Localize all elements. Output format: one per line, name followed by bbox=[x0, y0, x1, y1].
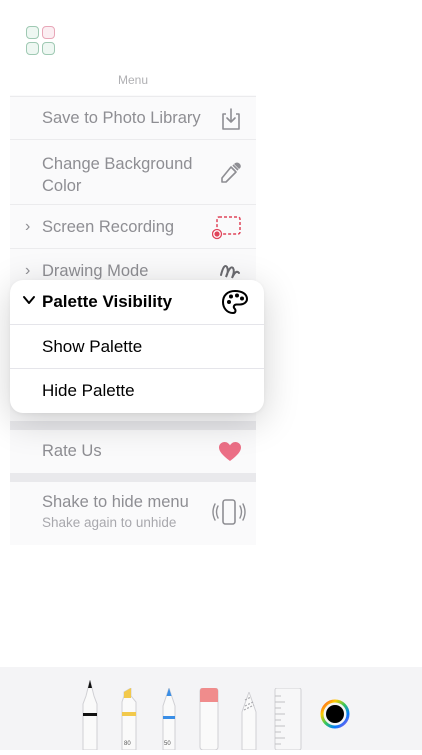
menu-item-change-background-color[interactable]: Change Background Color bbox=[10, 139, 256, 204]
palette-visibility-header[interactable]: Palette Visibility bbox=[10, 280, 264, 324]
menu-item-label: Change Background Color bbox=[42, 155, 193, 195]
menu-item-label: Shake to hide menu bbox=[42, 493, 189, 511]
palette-visibility-title: Palette Visibility bbox=[42, 292, 173, 311]
pen-tool-icon[interactable] bbox=[80, 679, 100, 751]
apps-grid-icon[interactable] bbox=[26, 26, 58, 58]
menu-item-label: Drawing Mode bbox=[42, 262, 149, 280]
eyedropper-icon bbox=[218, 161, 242, 190]
section-separator bbox=[10, 421, 256, 430]
pencil-tool-icon[interactable]: 50 bbox=[158, 686, 180, 751]
chevron-right-icon: › bbox=[25, 262, 31, 279]
menu-item-label: Screen Recording bbox=[42, 218, 175, 236]
screen-recording-icon bbox=[211, 215, 242, 246]
menu-item-sublabel: Shake again to unhide bbox=[42, 515, 177, 530]
section-separator bbox=[10, 473, 256, 482]
heart-icon bbox=[218, 441, 242, 468]
chevron-right-icon: › bbox=[25, 218, 31, 235]
menu-item-rate-us[interactable]: Rate Us bbox=[10, 430, 256, 473]
show-palette-option[interactable]: Show Palette bbox=[10, 324, 264, 368]
tool-palette: 80 50 bbox=[0, 667, 422, 751]
chevron-down-icon bbox=[22, 293, 36, 312]
option-label: Hide Palette bbox=[42, 381, 135, 400]
menu-header: Menu bbox=[117, 73, 149, 87]
palette-icon bbox=[221, 289, 249, 320]
menu-item-save-to-photo-library[interactable]: Save to Photo Library bbox=[10, 96, 256, 139]
ruler-tool-icon[interactable] bbox=[274, 687, 302, 751]
phone-shake-icon bbox=[212, 499, 246, 530]
option-label: Show Palette bbox=[42, 337, 143, 356]
eraser-tool-icon[interactable] bbox=[198, 687, 220, 751]
color-wheel-icon[interactable] bbox=[320, 699, 350, 729]
menu-item-label: Save to Photo Library bbox=[42, 109, 201, 127]
lasso-tool-icon[interactable] bbox=[238, 690, 260, 751]
save-to-library-icon bbox=[220, 107, 242, 136]
palette-visibility-menu: Palette Visibility Show Palette Hide Pal… bbox=[10, 280, 264, 413]
menu-item-label: Rate Us bbox=[42, 442, 102, 460]
menu-item-shake-to-hide: Shake to hide menu Shake again to unhide bbox=[10, 482, 256, 544]
marker-tool-icon[interactable]: 80 bbox=[118, 687, 140, 751]
hide-palette-option[interactable]: Hide Palette bbox=[10, 368, 264, 412]
menu-item-screen-recording[interactable]: › Screen Recording bbox=[10, 204, 256, 248]
marker-width-label: 80 bbox=[124, 741, 131, 747]
pencil-width-label: 50 bbox=[164, 741, 171, 747]
